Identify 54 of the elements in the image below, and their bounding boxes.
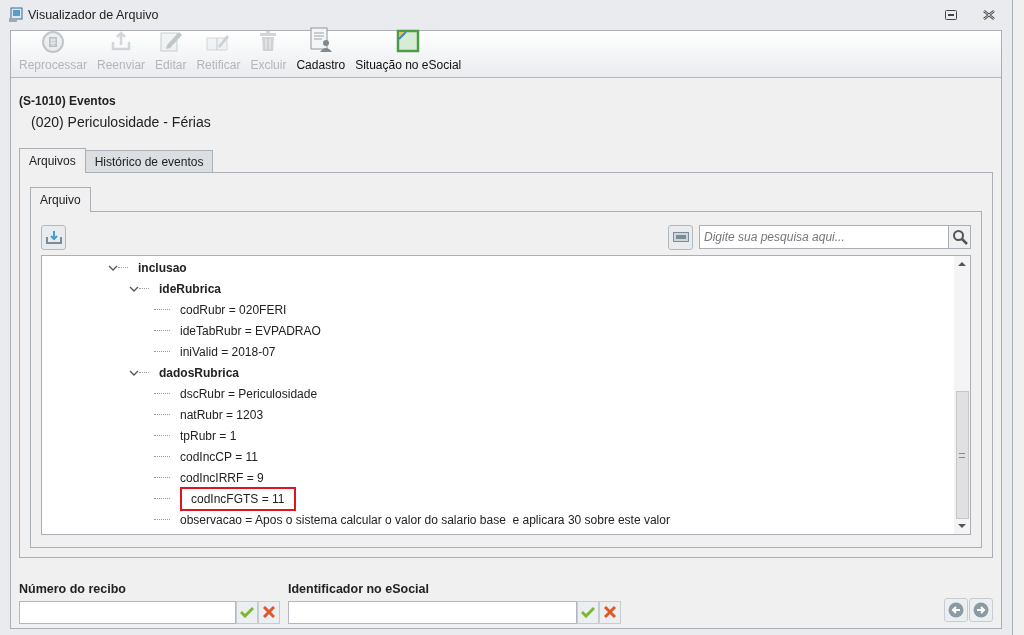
tree-leaf[interactable]: tpRubr = 1 (180, 426, 237, 445)
search-button[interactable] (949, 225, 971, 249)
tree-node[interactable]: inclusao (138, 258, 187, 277)
event-title: (S-1010) Eventos (19, 93, 117, 110)
toolbar-button[interactable]: Situação no eSocial (351, 29, 466, 74)
scrollbar[interactable] (954, 256, 970, 534)
scroll-up-icon[interactable] (957, 259, 967, 269)
collapse-icon[interactable] (129, 284, 139, 293)
input-field[interactable] (288, 600, 577, 624)
window-title: Visualizador de Arquivo (28, 6, 159, 24)
restore-icon (945, 10, 957, 20)
check-icon (240, 606, 254, 619)
clear-button[interactable] (258, 600, 280, 624)
collapse-icon[interactable] (129, 368, 139, 377)
tree-leaf[interactable]: codIncFGTS = 11 (180, 486, 296, 511)
app-icon (8, 7, 24, 23)
clear-button[interactable] (599, 600, 621, 624)
search-field[interactable]: Digite sua pesquisa aqui... (699, 225, 949, 249)
tree-leaf[interactable]: observacao = Apos o sistema calcular o valor do salario base e aplicara 30 sobre este valor (180, 510, 670, 529)
tree-leaf[interactable]: codIncCP = 11 (180, 447, 258, 466)
tab[interactable]: Histórico de eventos (85, 150, 214, 172)
previous-button[interactable] (944, 597, 968, 622)
close-icon (263, 606, 275, 619)
tree-node[interactable]: dadosRubrica (159, 363, 239, 382)
confirm-button[interactable] (577, 600, 599, 624)
tree-leaf[interactable]: iniValid = 2018-07 (180, 342, 276, 361)
download-button[interactable] (41, 224, 66, 250)
next-button[interactable] (969, 597, 993, 622)
search-icon (951, 229, 968, 245)
scroll-down-icon[interactable] (957, 521, 967, 531)
tree-leaf[interactable]: codRubr = 020FERI (180, 300, 287, 319)
close-icon (983, 10, 995, 20)
toolbar-button[interactable]: Cadastro (292, 27, 350, 74)
collapse-icon[interactable] (108, 263, 118, 272)
tab[interactable]: Arquivos (19, 148, 86, 173)
tree-leaf[interactable]: natRubr = 1203 (180, 405, 264, 424)
field-label: Número do recibo (19, 581, 127, 598)
xml-icon (672, 232, 689, 242)
input-field[interactable] (19, 600, 236, 624)
check-icon (581, 606, 595, 619)
edit-icon (158, 29, 183, 53)
close-icon (604, 606, 616, 619)
tree-leaf[interactable]: codIncIRRF = 9 (180, 468, 264, 487)
download-icon (45, 230, 62, 244)
field-label: Identificador no eSocial (288, 581, 430, 598)
calculator-icon (41, 29, 65, 53)
tree-leaf[interactable]: ideTabRubr = EVPADRAO (180, 321, 321, 340)
confirm-button[interactable] (236, 600, 258, 624)
event-subtitle: (020) Periculosidade - Férias (31, 113, 212, 132)
tree-node[interactable]: ideRubrica (159, 279, 221, 298)
document-icon (396, 29, 421, 53)
tree-leaf[interactable]: dscRubr = Periculosidade (180, 384, 318, 403)
xml-view-button[interactable] (668, 224, 693, 250)
tab[interactable]: Arquivo (30, 187, 91, 212)
